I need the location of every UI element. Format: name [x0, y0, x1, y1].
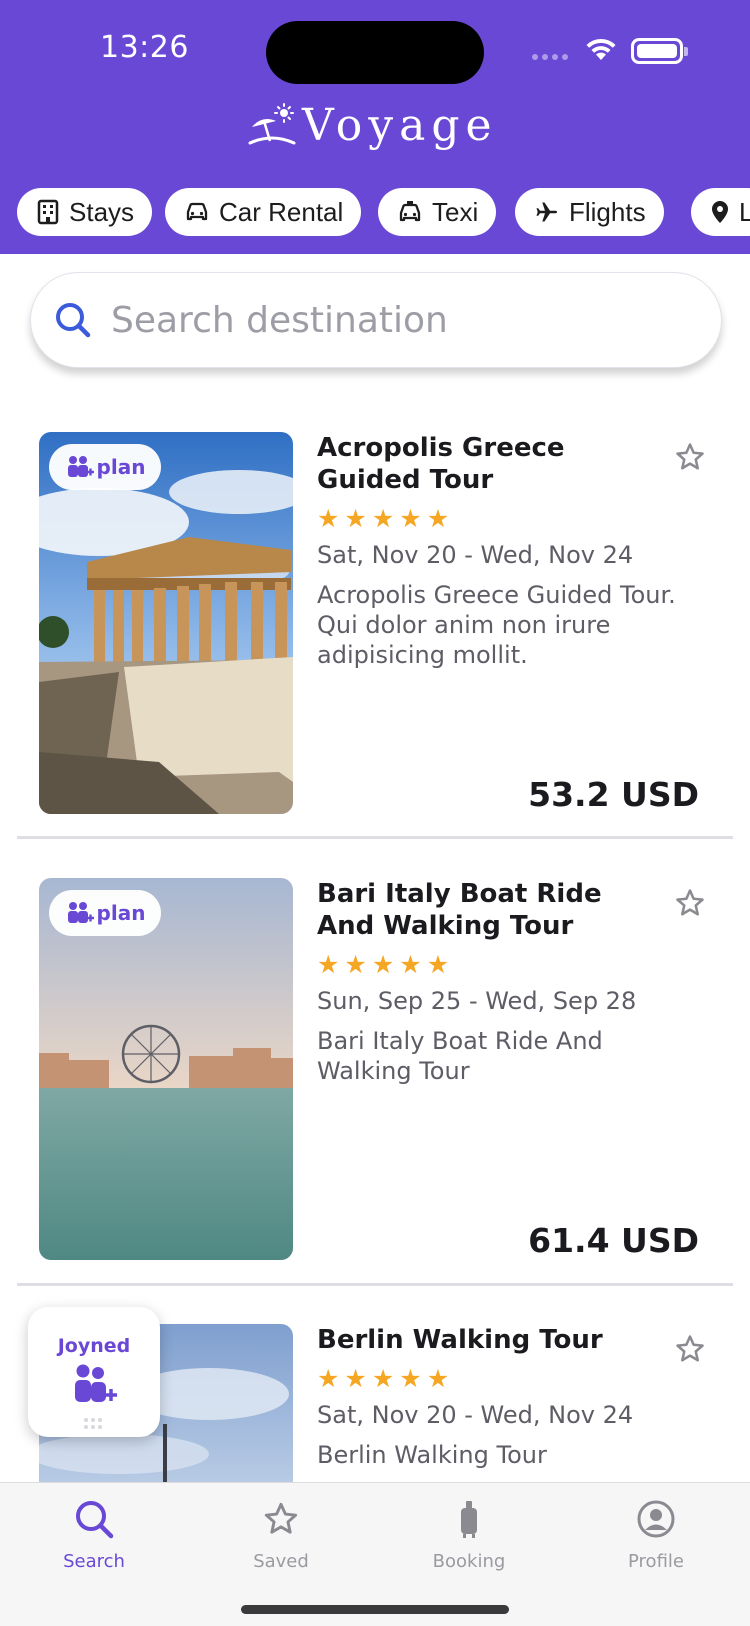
rating-star-icon: ★	[317, 504, 340, 533]
star-icon	[264, 1502, 298, 1534]
joyned-widget[interactable]: Joyned	[28, 1307, 160, 1437]
chip-label: Stays	[69, 196, 135, 227]
search-bar[interactable]	[30, 272, 722, 368]
tour-title[interactable]: Bari Italy Boat Ride And Walking Tour	[317, 878, 657, 942]
wifi-icon	[586, 38, 616, 60]
home-indicator[interactable]	[241, 1605, 509, 1614]
save-star-icon[interactable]	[675, 1334, 705, 1364]
tour-description: Bari Italy Boat Ride And Walking Tour	[317, 1027, 603, 1085]
tour-dates: Sat, Nov 20 - Wed, Nov 24	[317, 541, 634, 569]
group-add-icon	[67, 456, 94, 477]
tab-label: Search	[63, 1551, 125, 1572]
taxi-icon	[399, 201, 421, 222]
star-rating: ★ ★ ★ ★ ★	[317, 1366, 449, 1391]
tour-description: Acropolis Greece Guided Tour. Qui dolor …	[317, 581, 676, 669]
battery-icon	[631, 38, 688, 64]
tour-description: Berlin Walking Tour	[317, 1441, 547, 1469]
rating-star-icon: ★	[426, 1364, 450, 1393]
plan-button[interactable]: plan	[49, 444, 161, 490]
app-logo: Voyage	[248, 100, 498, 151]
plan-label: plan	[96, 901, 146, 925]
tour-dates: Sun, Sep 25 - Wed, Sep 28	[317, 987, 637, 1015]
tab-saved[interactable]: Saved	[211, 1497, 351, 1572]
chip-flights[interactable]: Flights	[515, 188, 664, 236]
rating-star-icon: ★	[426, 504, 450, 533]
cellular-signal-icon	[532, 54, 568, 60]
airplane-icon	[536, 202, 557, 222]
location-pin-icon	[712, 201, 728, 223]
search-input[interactable]	[111, 299, 671, 341]
drag-handle-icon[interactable]	[84, 1418, 102, 1429]
rating-star-icon: ★	[371, 1364, 395, 1393]
tour-image-bari: plan	[39, 878, 293, 1260]
save-star-icon[interactable]	[675, 442, 705, 472]
chip-label: Car Rental	[219, 196, 344, 227]
search-icon	[76, 1501, 114, 1539]
chip-label: Flights	[569, 196, 646, 227]
status-time: 13:26	[100, 30, 189, 65]
tab-profile[interactable]: Profile	[586, 1497, 726, 1572]
rating-star-icon: ★	[399, 504, 422, 533]
rating-star-icon: ★	[317, 950, 340, 979]
group-add-icon	[67, 902, 94, 923]
beach-umbrella-icon	[248, 102, 296, 144]
luggage-icon	[461, 1501, 477, 1538]
tour-card[interactable]: plan Bari Italy Boat Ride And Walking To…	[17, 878, 733, 1286]
dynamic-island	[266, 21, 484, 84]
rating-star-icon: ★	[344, 950, 367, 979]
rating-star-icon: ★	[371, 950, 395, 979]
rating-star-icon: ★	[371, 504, 395, 533]
plan-label: plan	[96, 455, 146, 479]
rating-star-icon: ★	[344, 1364, 367, 1393]
tour-dates: Sat, Nov 20 - Wed, Nov 24	[317, 1401, 634, 1429]
rating-star-icon: ★	[399, 1364, 422, 1393]
tab-label: Profile	[628, 1551, 684, 1572]
rating-star-icon: ★	[399, 950, 422, 979]
tab-label: Saved	[253, 1551, 309, 1572]
rating-star-icon: ★	[426, 950, 450, 979]
chip-label: L	[739, 196, 750, 227]
save-star-icon[interactable]	[675, 888, 705, 918]
tour-card[interactable]: plan Acropolis Greece Guided Tour ★ ★ ★ ★ ★ …	[17, 432, 733, 839]
star-rating: ★ ★ ★ ★ ★	[317, 952, 449, 977]
tour-image-acropolis: plan	[39, 432, 293, 814]
search-icon	[56, 303, 91, 338]
tab-search[interactable]: Search	[24, 1497, 164, 1572]
category-chips: Stays Car Rental Texi Flights L	[17, 188, 750, 238]
rating-star-icon: ★	[317, 1364, 340, 1393]
profile-icon	[637, 1500, 675, 1538]
tour-price: 61.4 USD	[528, 1221, 699, 1260]
app-header: 13:26 Voyage Stays Car Rental Texi Fligh…	[0, 0, 750, 254]
tour-title[interactable]: Acropolis Greece Guided Tour	[317, 432, 657, 496]
tab-label: Booking	[432, 1551, 506, 1572]
tour-title[interactable]: Berlin Walking Tour	[317, 1324, 657, 1356]
group-add-icon	[75, 1364, 117, 1402]
chip-locations[interactable]: L	[691, 188, 750, 236]
chip-label: Texi	[432, 196, 479, 227]
joyned-label: Joyned	[57, 1335, 131, 1357]
chip-car-rental[interactable]: Car Rental	[165, 188, 362, 236]
rating-star-icon: ★	[344, 504, 367, 533]
star-rating: ★ ★ ★ ★ ★	[317, 506, 449, 531]
tour-price: 53.2 USD	[528, 775, 699, 814]
app-name: Voyage	[302, 100, 498, 151]
tab-booking[interactable]: Booking	[399, 1497, 539, 1572]
plan-button[interactable]: plan	[49, 890, 161, 936]
chip-taxi[interactable]: Texi	[378, 188, 497, 236]
car-icon	[186, 202, 208, 221]
building-icon	[37, 199, 59, 225]
chip-stays[interactable]: Stays	[17, 188, 153, 236]
